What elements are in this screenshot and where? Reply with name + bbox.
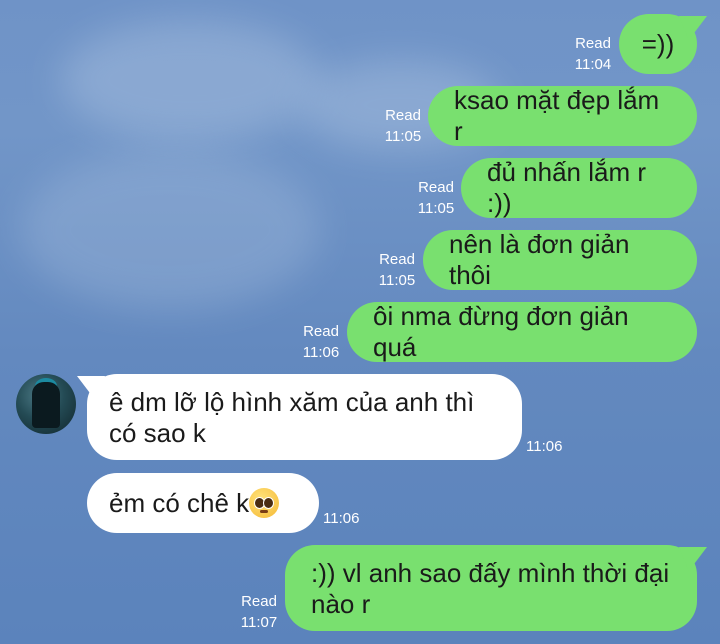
read-status: Read <box>385 107 421 124</box>
message-text: ẻm có chê k <box>109 487 250 518</box>
incoming-message-bubble[interactable]: ê dm lỡ lộ hình xăm của anh thì có sao k <box>87 374 522 460</box>
message-meta: Read 11:05 <box>374 249 420 291</box>
message-time: 11:05 <box>378 272 416 289</box>
outgoing-message-bubble[interactable]: đủ nhấn lắm r :)) <box>461 157 697 218</box>
incoming-message-bubble[interactable]: ẻm có chê k <box>87 473 319 533</box>
message-meta: Read 11:05 <box>413 177 459 219</box>
read-status: Read <box>379 251 415 268</box>
message-text: =)) <box>641 28 675 59</box>
outgoing-message-bubble[interactable]: =)) <box>619 14 697 74</box>
message-text: nên là đơn giản thôi <box>449 229 630 290</box>
message-text-line-2: nào r <box>311 589 371 619</box>
contact-avatar[interactable] <box>16 374 76 434</box>
message-meta: Read 11:04 <box>570 33 616 75</box>
message-time: 11:05 <box>384 128 422 145</box>
message-text: ôi nma đừng đơn giản quá <box>373 301 629 362</box>
message-meta: Read 11:05 <box>380 105 426 147</box>
message-time: 11:06 <box>323 510 360 527</box>
message-time: 11:07 <box>240 614 278 631</box>
message-text: ksao mặt đẹp lắm r <box>454 85 660 146</box>
message-text-line-2: có sao k <box>109 418 206 448</box>
read-status: Read <box>241 593 277 610</box>
message-meta: Read 11:07 <box>236 591 282 633</box>
read-status: Read <box>303 323 339 340</box>
message-time: 11:04 <box>574 56 612 73</box>
message-time: 11:06 <box>526 438 563 455</box>
message-text-line-1: ê dm lỡ lộ hình xăm của anh thì <box>109 387 475 417</box>
pleading-face-emoji <box>249 488 280 518</box>
message-time: 11:06 <box>302 344 340 361</box>
outgoing-message-bubble[interactable]: nên là đơn giản thôi <box>423 229 697 290</box>
message-meta: Read 11:06 <box>298 321 344 363</box>
message-text-line-1: :)) vl anh sao đấy mình thời đại <box>311 558 670 588</box>
outgoing-message-bubble[interactable]: :)) vl anh sao đấy mình thời đại nào r <box>285 545 697 631</box>
message-time: 11:05 <box>417 200 455 217</box>
outgoing-message-bubble[interactable]: ksao mặt đẹp lắm r <box>428 85 697 146</box>
read-status: Read <box>575 35 611 52</box>
read-status: Read <box>418 179 454 196</box>
message-text: đủ nhấn lắm r :)) <box>487 157 646 218</box>
outgoing-message-bubble[interactable]: ôi nma đừng đơn giản quá <box>347 301 697 362</box>
